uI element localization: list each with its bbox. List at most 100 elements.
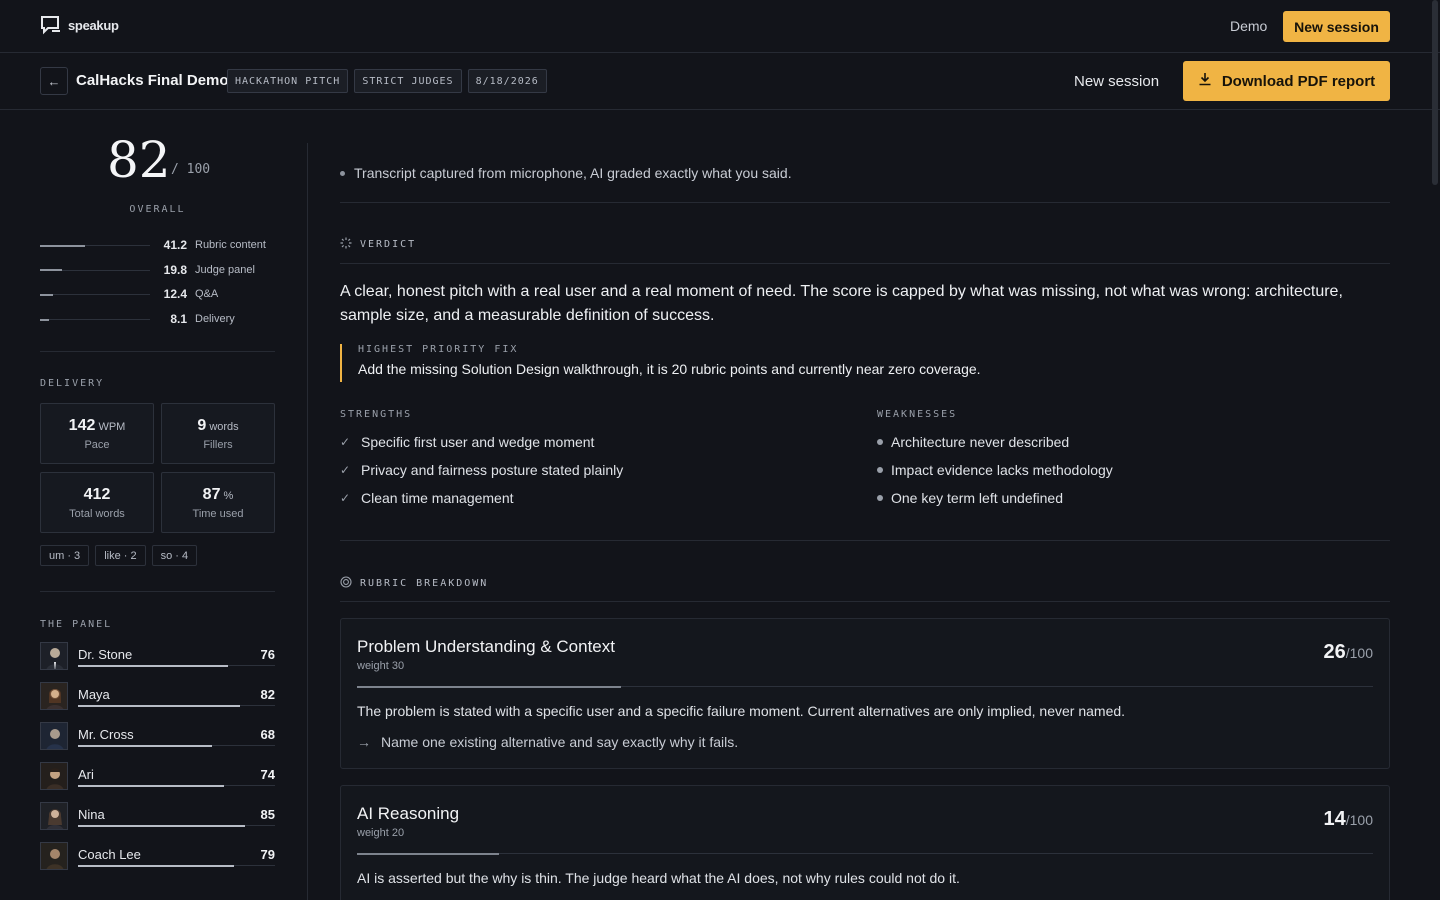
list-item: One key term left undefined (877, 484, 1113, 512)
breakdown-label: Rubric content (195, 239, 266, 251)
breakdown-label: Judge panel (195, 263, 255, 276)
stat-value: 87 (202, 486, 221, 503)
weakness-text: Architecture never described (891, 434, 1070, 450)
rubric-score-bar (357, 852, 500, 855)
rubric-action: → Name one existing alternative and say e… (357, 734, 738, 750)
breakdown-row: 8.1 Delivery (40, 312, 275, 337)
check-icon: ✓ (340, 463, 351, 477)
verdict-label: VERDICT (360, 239, 417, 250)
judge-row[interactable]: Coach Lee 79 (40, 842, 275, 882)
breakdown-bar (40, 318, 49, 321)
stat-label: Pace (84, 439, 110, 451)
judge-row[interactable]: Ari 74 (40, 762, 275, 802)
avatar (40, 642, 68, 670)
check-icon: ✓ (340, 491, 351, 505)
stat-card-fillers: 9 words Fillers (161, 403, 275, 464)
score-breakdown: 41.2 Rubric content 19.8 Judge panel 12.… (40, 238, 275, 337)
top-navigation-bar: speakup Demo New session (0, 0, 1440, 53)
weakness-text: Impact evidence lacks methodology (891, 462, 1113, 478)
judge-score-bar (78, 824, 246, 827)
breakdown-value: 12.4 (163, 287, 187, 302)
stat-label: Fillers (203, 439, 233, 451)
download-pdf-button[interactable]: Download PDF report (1183, 61, 1390, 101)
list-item: Architecture never described (877, 428, 1113, 456)
rubric-score-bar (357, 685, 622, 688)
check-icon: ✓ (340, 435, 351, 449)
back-button[interactable]: ← (40, 67, 68, 95)
new-session-link[interactable]: New session (1074, 73, 1159, 90)
divider (340, 601, 1390, 602)
rubric-score: 14/100 (1324, 808, 1374, 831)
judge-name: Nina (78, 807, 105, 822)
breakdown-bar (40, 293, 54, 296)
judge-name: Maya (78, 687, 110, 702)
stat-unit: words (209, 421, 239, 433)
rubric-label: RUBRIC BREAKDOWN (360, 578, 489, 589)
judge-score: 85 (260, 807, 275, 822)
filler-chip: like · 2 (95, 545, 146, 566)
arrow-right-icon: → (357, 734, 371, 750)
rubric-card[interactable]: Problem Understanding & Context weight 3… (340, 618, 1390, 769)
breakdown-value: 8.1 (170, 312, 187, 327)
judge-name: Coach Lee (78, 847, 141, 862)
delivery-label: DELIVERY (40, 378, 105, 389)
rubric-weight: weight 20 (357, 827, 405, 839)
session-tags: HACKATHON PITCH STRICT JUDGES 8/18/2026 (227, 69, 547, 93)
bullet-dot-icon (340, 170, 345, 176)
panel-label: THE PANEL (40, 619, 113, 630)
brand-logo[interactable]: speakup (40, 15, 119, 35)
brand-name: speakup (68, 17, 119, 33)
sidebar-divider (307, 143, 308, 900)
filler-chips: um · 3 like · 2 so · 4 (40, 545, 198, 566)
divider (340, 202, 1390, 203)
list-item: ✓ Clean time management (340, 484, 623, 512)
breakdown-row: 41.2 Rubric content (40, 238, 275, 263)
rubric-score-outof: /100 (1345, 645, 1373, 661)
breakdown-bar (40, 244, 86, 247)
breakdown-bar (40, 269, 62, 272)
download-pdf-label: Download PDF report (1221, 72, 1376, 90)
weaknesses-list: Architecture never described Impact evid… (877, 428, 1113, 512)
strength-text: Specific first user and wedge moment (361, 434, 595, 450)
judge-score: 74 (260, 767, 275, 782)
avatar (40, 762, 68, 790)
tag-judge-mode: STRICT JUDGES (354, 69, 462, 93)
page-scrollbar[interactable] (1432, 0, 1438, 185)
stat-value: 142 (68, 417, 96, 434)
bullet-dot-icon (877, 467, 883, 473)
judge-row[interactable]: Mr. Cross 68 (40, 722, 275, 762)
strength-text: Privacy and fairness posture stated plai… (361, 462, 624, 478)
stat-card-total-words: 412 Total words (40, 472, 154, 533)
judge-score-bar (78, 864, 234, 867)
speech-bubble-icon (40, 15, 62, 35)
rubric-feedback: AI is asserted but the why is thin. The … (357, 870, 960, 886)
judge-score: 68 (260, 727, 275, 742)
stat-card-pace: 142 WPM Pace (40, 403, 154, 464)
score-sidebar: 82 / 100 OVERALL 41.2 Rubric content 19.… (40, 110, 275, 900)
demo-link[interactable]: Demo (1230, 18, 1267, 34)
list-item: ✓ Privacy and fairness posture stated pla… (340, 456, 623, 484)
breakdown-value: 19.8 (163, 262, 187, 277)
rubric-score: 26/100 (1324, 641, 1374, 664)
divider (340, 540, 1390, 541)
transcript-note-text: Transcript captured from microphone, AI … (354, 165, 792, 181)
rubric-feedback: The problem is stated with a specific us… (357, 703, 1126, 719)
session-title: CalHacks Final Demo (76, 72, 229, 89)
divider (40, 351, 275, 352)
judge-row[interactable]: Nina 85 (40, 802, 275, 842)
stat-label: Total words (69, 508, 125, 520)
judge-score: 82 (260, 687, 275, 702)
tag-date: 8/18/2026 (467, 69, 547, 93)
top-new-session-button[interactable]: New session (1283, 11, 1390, 42)
report-main: Transcript captured from microphone, AI … (340, 110, 1390, 900)
judge-name: Dr. Stone (78, 647, 133, 662)
sparkle-icon (340, 237, 352, 252)
stat-value: 412 (83, 486, 111, 503)
overall-label: OVERALL (129, 204, 186, 215)
judge-row[interactable]: Maya 82 (40, 682, 275, 722)
verdict-text: A clear, honest pitch with a real user a… (340, 283, 1343, 324)
breakdown-row: 12.4 Q&A (40, 287, 275, 312)
rubric-card[interactable]: AI Reasoning weight 20 14/100 AI is asse… (340, 785, 1390, 900)
breakdown-label: Delivery (195, 313, 235, 326)
judge-row[interactable]: Dr. Stone 76 (40, 642, 275, 682)
